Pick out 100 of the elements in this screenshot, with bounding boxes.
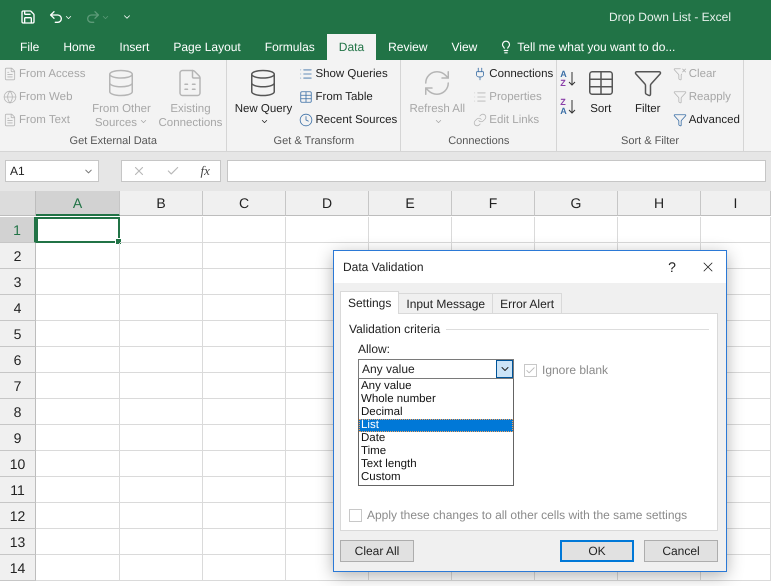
- grid-cell[interactable]: [120, 373, 203, 399]
- insert-function-button[interactable]: fx: [200, 163, 210, 179]
- grid-cell[interactable]: [120, 555, 203, 581]
- tell-me-field[interactable]: Tell me what you want to do...: [489, 34, 676, 60]
- dialog-tab[interactable]: Error Alert: [492, 293, 562, 314]
- column-header[interactable]: I: [701, 191, 771, 216]
- column-header[interactable]: B: [120, 191, 203, 216]
- active-cell[interactable]: [36, 217, 120, 243]
- grid-cell[interactable]: [120, 217, 203, 243]
- row-header[interactable]: 12: [0, 503, 36, 529]
- row-header[interactable]: 10: [0, 451, 36, 477]
- ribbon-tab[interactable]: Formulas: [252, 34, 327, 60]
- grid-cell[interactable]: [120, 295, 203, 321]
- ribbon-large-button[interactable]: New Query: [230, 62, 296, 135]
- grid-cell[interactable]: [286, 217, 369, 243]
- grid-cell[interactable]: [203, 399, 286, 425]
- row-header[interactable]: 13: [0, 529, 36, 555]
- grid-cell[interactable]: [618, 217, 701, 243]
- grid-cell[interactable]: [120, 347, 203, 373]
- grid-cell[interactable]: [203, 321, 286, 347]
- ribbon-large-button[interactable]: Filter: [626, 62, 670, 135]
- column-header[interactable]: C: [203, 191, 286, 216]
- grid-cell[interactable]: [203, 555, 286, 581]
- column-header[interactable]: H: [618, 191, 701, 216]
- column-header[interactable]: A: [36, 191, 120, 216]
- grid-cell[interactable]: [120, 399, 203, 425]
- grid-cell[interactable]: [203, 425, 286, 451]
- sort-descending-button[interactable]: Z A: [560, 98, 576, 116]
- ribbon-button[interactable]: Connections: [473, 64, 554, 84]
- select-all-corner[interactable]: [0, 191, 36, 216]
- grid-cell[interactable]: [36, 269, 120, 295]
- column-header[interactable]: E: [369, 191, 452, 216]
- row-header[interactable]: 3: [0, 269, 36, 295]
- grid-cell[interactable]: [203, 217, 286, 243]
- grid-cell[interactable]: [203, 529, 286, 555]
- grid-cell[interactable]: [203, 503, 286, 529]
- ribbon-tab[interactable]: Review: [376, 34, 440, 60]
- grid-cell[interactable]: [36, 451, 120, 477]
- grid-cell[interactable]: [369, 217, 452, 243]
- redo-icon[interactable]: [85, 9, 110, 25]
- dialog-button[interactable]: OK: [560, 540, 634, 562]
- dropdown-option[interactable]: List: [359, 419, 513, 432]
- grid-cell[interactable]: [452, 217, 535, 243]
- grid-cell[interactable]: [120, 425, 203, 451]
- grid-cell[interactable]: [120, 243, 203, 269]
- dropdown-button[interactable]: [496, 360, 513, 378]
- grid-cell[interactable]: [701, 217, 771, 243]
- grid-cell[interactable]: [203, 451, 286, 477]
- ribbon-button[interactable]: Show Queries: [299, 64, 398, 84]
- row-header[interactable]: 7: [0, 373, 36, 399]
- grid-cell[interactable]: [36, 321, 120, 347]
- grid-cell[interactable]: [203, 477, 286, 503]
- undo-icon[interactable]: [48, 9, 73, 25]
- grid-cell[interactable]: [36, 243, 120, 269]
- ribbon-button[interactable]: Recent Sources: [299, 110, 398, 130]
- ribbon-tab[interactable]: Insert: [107, 34, 162, 60]
- grid-cell[interactable]: [120, 451, 203, 477]
- ribbon-tab[interactable]: Page Layout: [161, 34, 253, 60]
- ribbon-tab[interactable]: View: [440, 34, 490, 60]
- grid-cell[interactable]: [36, 347, 120, 373]
- ribbon-button[interactable]: Advanced: [672, 110, 740, 130]
- grid-cell[interactable]: [203, 295, 286, 321]
- row-header[interactable]: 1: [0, 217, 36, 243]
- grid-cell[interactable]: [36, 425, 120, 451]
- grid-cell[interactable]: [36, 295, 120, 321]
- help-button[interactable]: ?: [652, 259, 692, 275]
- grid-cell[interactable]: [203, 243, 286, 269]
- ribbon-tab[interactable]: Home: [51, 34, 108, 60]
- fill-handle[interactable]: [115, 238, 122, 245]
- sort-ascending-button[interactable]: A Z: [560, 70, 576, 88]
- grid-cell[interactable]: [120, 477, 203, 503]
- ribbon-large-button[interactable]: Sort: [578, 62, 623, 135]
- grid-cell[interactable]: [535, 217, 618, 243]
- formula-field[interactable]: [227, 160, 766, 182]
- row-header[interactable]: 11: [0, 477, 36, 503]
- row-header[interactable]: 9: [0, 425, 36, 451]
- name-box[interactable]: A1: [5, 160, 99, 182]
- grid-cell[interactable]: [203, 347, 286, 373]
- grid-cell[interactable]: [36, 529, 120, 555]
- row-header[interactable]: 6: [0, 347, 36, 373]
- grid-cell[interactable]: [36, 399, 120, 425]
- dialog-button[interactable]: Clear All: [340, 540, 414, 562]
- grid-cell[interactable]: [120, 269, 203, 295]
- allow-dropdown[interactable]: Any value: [358, 359, 514, 379]
- row-header[interactable]: 14: [0, 555, 36, 581]
- ribbon-tab[interactable]: Data: [326, 34, 376, 60]
- row-header[interactable]: 4: [0, 295, 36, 321]
- row-header[interactable]: 2: [0, 243, 36, 269]
- row-header[interactable]: 8: [0, 399, 36, 425]
- grid-cell[interactable]: [203, 373, 286, 399]
- row-header[interactable]: 5: [0, 321, 36, 347]
- ribbon-tab[interactable]: File: [8, 34, 52, 60]
- dialog-tab[interactable]: Settings: [340, 291, 400, 314]
- grid-cell[interactable]: [36, 503, 120, 529]
- ribbon-button[interactable]: From Table: [299, 87, 398, 107]
- column-header[interactable]: F: [452, 191, 535, 216]
- grid-cell[interactable]: [36, 555, 120, 581]
- column-header[interactable]: G: [535, 191, 618, 216]
- save-icon[interactable]: [20, 9, 36, 25]
- dialog-button[interactable]: Cancel: [644, 540, 718, 562]
